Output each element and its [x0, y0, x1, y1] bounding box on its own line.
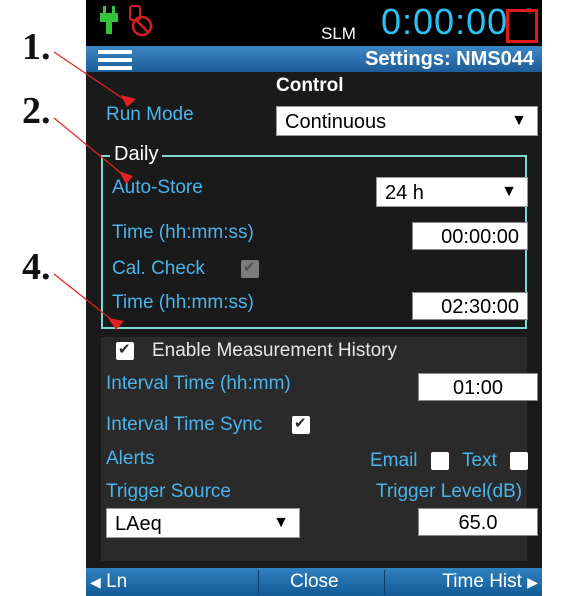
alerts-label: Alerts: [106, 448, 155, 469]
ln-button[interactable]: ◀ Ln: [90, 568, 127, 596]
trigger-level-input[interactable]: 65.0: [418, 508, 538, 536]
cal-time-input[interactable]: 02:30:00: [412, 292, 528, 320]
slm-mode-indicator: SLM: [321, 24, 356, 43]
trigger-source-label: Trigger Source: [106, 481, 231, 502]
trigger-source-value: LAeq: [115, 513, 162, 535]
chevron-down-icon: ▼: [273, 514, 289, 531]
run-mode-select[interactable]: Continuous ▼: [276, 106, 538, 136]
trigger-level-label: Trigger Level(dB): [376, 481, 523, 502]
recording-disabled-icon: [124, 4, 154, 43]
page-title: Settings: NMS044: [365, 48, 534, 70]
daily-time-label: Time (hh:mm:ss): [112, 222, 254, 243]
bottom-nav: ◀ Ln Close Time Hist ▶: [86, 568, 542, 596]
close-button[interactable]: Close: [290, 568, 339, 596]
auto-store-select[interactable]: 24 h ▼: [376, 177, 528, 207]
interval-time-label: Interval Time (hh:mm): [106, 373, 291, 394]
cal-check-label: Cal. Check: [112, 258, 205, 279]
time-hist-label: Time Hist: [442, 571, 522, 592]
auto-store-label: Auto-Store: [112, 177, 203, 198]
device-screen: SLM 0:00:00.0 Settings: NMS044 Control R…: [86, 0, 542, 596]
auto-store-value: 24 h: [385, 182, 424, 204]
chevron-left-icon: ◀: [90, 574, 101, 590]
cal-time-label: Time (hh:mm:ss): [112, 292, 254, 313]
ln-label: Ln: [106, 571, 128, 592]
run-mode-label: Run Mode: [106, 104, 194, 125]
trigger-source-select[interactable]: LAeq ▼: [106, 508, 300, 538]
enable-history-label[interactable]: Enable Measurement History: [152, 340, 397, 362]
daily-time-input[interactable]: 00:00:00: [412, 222, 528, 250]
cal-check-checkbox[interactable]: [241, 258, 259, 278]
enable-history-checkbox[interactable]: [116, 340, 134, 360]
chevron-down-icon: ▼: [511, 112, 527, 129]
interval-time-input[interactable]: 01:00: [418, 373, 538, 401]
footer-divider: [258, 570, 259, 594]
power-plug-icon: [98, 6, 120, 39]
callout-4: 4.: [22, 246, 51, 288]
chevron-right-icon: ▶: [527, 574, 538, 590]
title-bar: Settings: NMS044: [86, 46, 542, 72]
text-label: Text: [462, 450, 497, 471]
footer-divider: [384, 570, 385, 594]
text-checkbox[interactable]: [510, 452, 528, 470]
interval-sync-label: Interval Time Sync: [106, 414, 263, 435]
callout-1: 1.: [22, 26, 51, 68]
section-title: Control: [276, 75, 344, 96]
daily-legend: Daily: [110, 143, 163, 166]
chevron-down-icon: ▼: [501, 183, 517, 200]
stop-button[interactable]: [506, 9, 538, 43]
callout-2: 2.: [22, 90, 51, 132]
interval-sync-checkbox[interactable]: [292, 414, 310, 434]
hamburger-menu-icon[interactable]: [98, 50, 132, 70]
time-hist-button[interactable]: Time Hist ▶: [442, 568, 538, 596]
email-checkbox[interactable]: [431, 452, 449, 470]
status-bar: SLM 0:00:00.0: [86, 0, 542, 46]
run-mode-value: Continuous: [285, 111, 387, 133]
email-label: Email: [370, 450, 418, 471]
